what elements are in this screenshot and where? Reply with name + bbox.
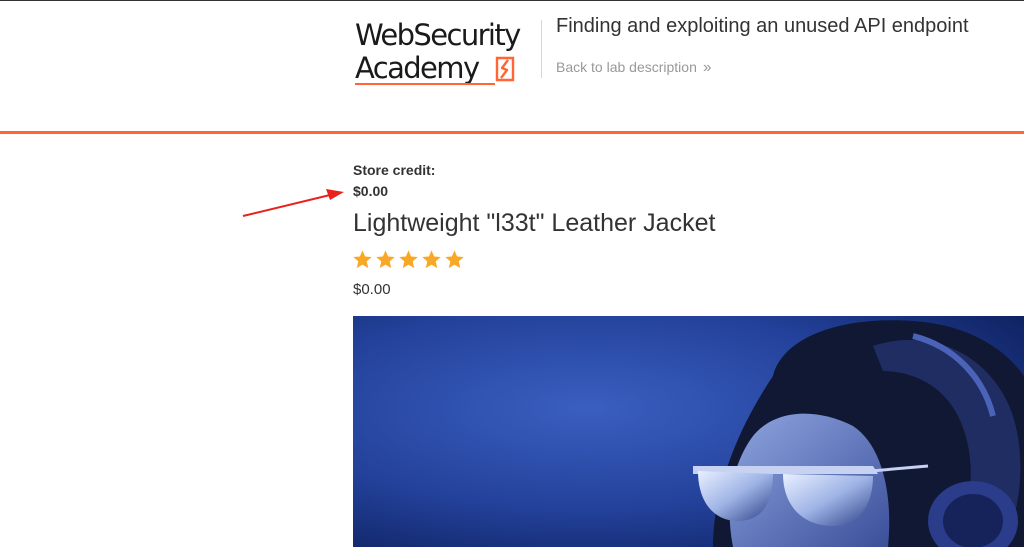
star-rating — [352, 249, 465, 270]
star-icon — [445, 250, 464, 269]
product-price: $0.00 — [353, 281, 391, 298]
star-icon — [353, 250, 372, 269]
lab-title: Finding and exploiting an unused API end… — [556, 15, 969, 37]
top-border — [0, 0, 1024, 1]
product-image — [353, 316, 1024, 547]
logo-underline — [355, 83, 495, 85]
star-icon — [376, 250, 395, 269]
logo-line-1: WebSecurity — [355, 18, 521, 52]
double-chevron-right-icon: ›› — [702, 59, 712, 76]
store-credit-label: Store credit: — [353, 162, 436, 178]
star-icon — [399, 250, 418, 269]
red-annotation-arrow — [242, 189, 344, 217]
back-link-label: Back to lab description — [556, 59, 697, 75]
product-title: Lightweight "l33t" Leather Jacket — [353, 209, 716, 237]
back-to-lab-description-link[interactable]: Back to lab description ›› — [556, 59, 712, 77]
header-orange-bar — [0, 131, 1024, 134]
lightning-bolt-box-icon — [495, 56, 515, 82]
product-photo-person-headphones — [353, 316, 1024, 547]
web-security-academy-logo[interactable]: WebSecurity Academy — [355, 18, 540, 86]
store-credit-value: $0.00 — [353, 183, 389, 199]
star-icon — [422, 250, 441, 269]
header-divider — [541, 20, 542, 78]
logo-line-2: Academy — [355, 51, 480, 85]
